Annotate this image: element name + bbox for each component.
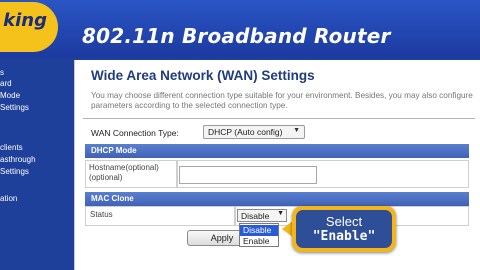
status-option-disable[interactable]: Disable	[240, 225, 278, 236]
sidebar-item-settings-2[interactable]: Settings	[0, 167, 29, 176]
status-label-cell: Status	[85, 206, 235, 226]
chevron-down-icon: ▼	[277, 210, 284, 217]
status-select-value: Disable	[241, 211, 270, 221]
sidebar-item-mode[interactable]: Mode	[0, 91, 20, 100]
hostname-label: Hostname(optional)	[89, 163, 159, 172]
sidebar-item-ation[interactable]: ation	[0, 194, 17, 203]
sidebar-item-1[interactable]: s	[0, 68, 4, 77]
chevron-down-icon: ▼	[293, 127, 300, 134]
page-title: Wide Area Network (WAN) Settings	[91, 68, 315, 83]
mac-clone-status-select[interactable]: Disable ▼	[237, 209, 287, 222]
sidebar-item-passthrough[interactable]: asthrough	[0, 155, 36, 164]
main-panel: Wide Area Network (WAN) Settings You may…	[74, 60, 480, 270]
sidebar-item-settings[interactable]: Settings	[0, 103, 29, 112]
brand-logo: r king	[0, 2, 58, 52]
divider	[83, 118, 475, 119]
callout-line-1: Select	[325, 214, 363, 229]
mac-clone-section-header: MAC Clone	[85, 192, 469, 206]
sidebar-item-wizard[interactable]: ard	[0, 79, 12, 88]
connection-type-label: WAN Connection Type:	[91, 128, 179, 138]
sidebar: s ard Mode Settings clients asthrough Se…	[0, 58, 72, 270]
hostname-label-cell: Hostname(optional) (optional)	[85, 160, 177, 188]
hostname-input[interactable]	[179, 166, 317, 184]
status-label: Status	[90, 210, 113, 219]
hostname-label-sub: (optional)	[89, 173, 123, 182]
logo-text: r king	[0, 10, 47, 31]
callout-line-2: "Enable"	[312, 229, 376, 244]
status-dropdown-list: Disable Enable	[239, 223, 279, 247]
sidebar-item-clients[interactable]: clients	[0, 143, 23, 152]
dhcp-section-header: DHCP Mode	[85, 144, 469, 158]
tutorial-callout: Select "Enable"	[292, 206, 396, 252]
header: r king 802.11n Broadband Router	[0, 0, 480, 58]
router-title: 802.11n Broadband Router	[82, 24, 391, 48]
status-option-enable[interactable]: Enable	[240, 236, 278, 247]
callout-body: Select "Enable"	[296, 210, 392, 248]
connection-type-select[interactable]: DHCP (Auto config) ▼	[203, 125, 305, 139]
page-description: You may choose different connection type…	[91, 91, 473, 110]
connection-type-value: DHCP (Auto config)	[208, 127, 283, 137]
